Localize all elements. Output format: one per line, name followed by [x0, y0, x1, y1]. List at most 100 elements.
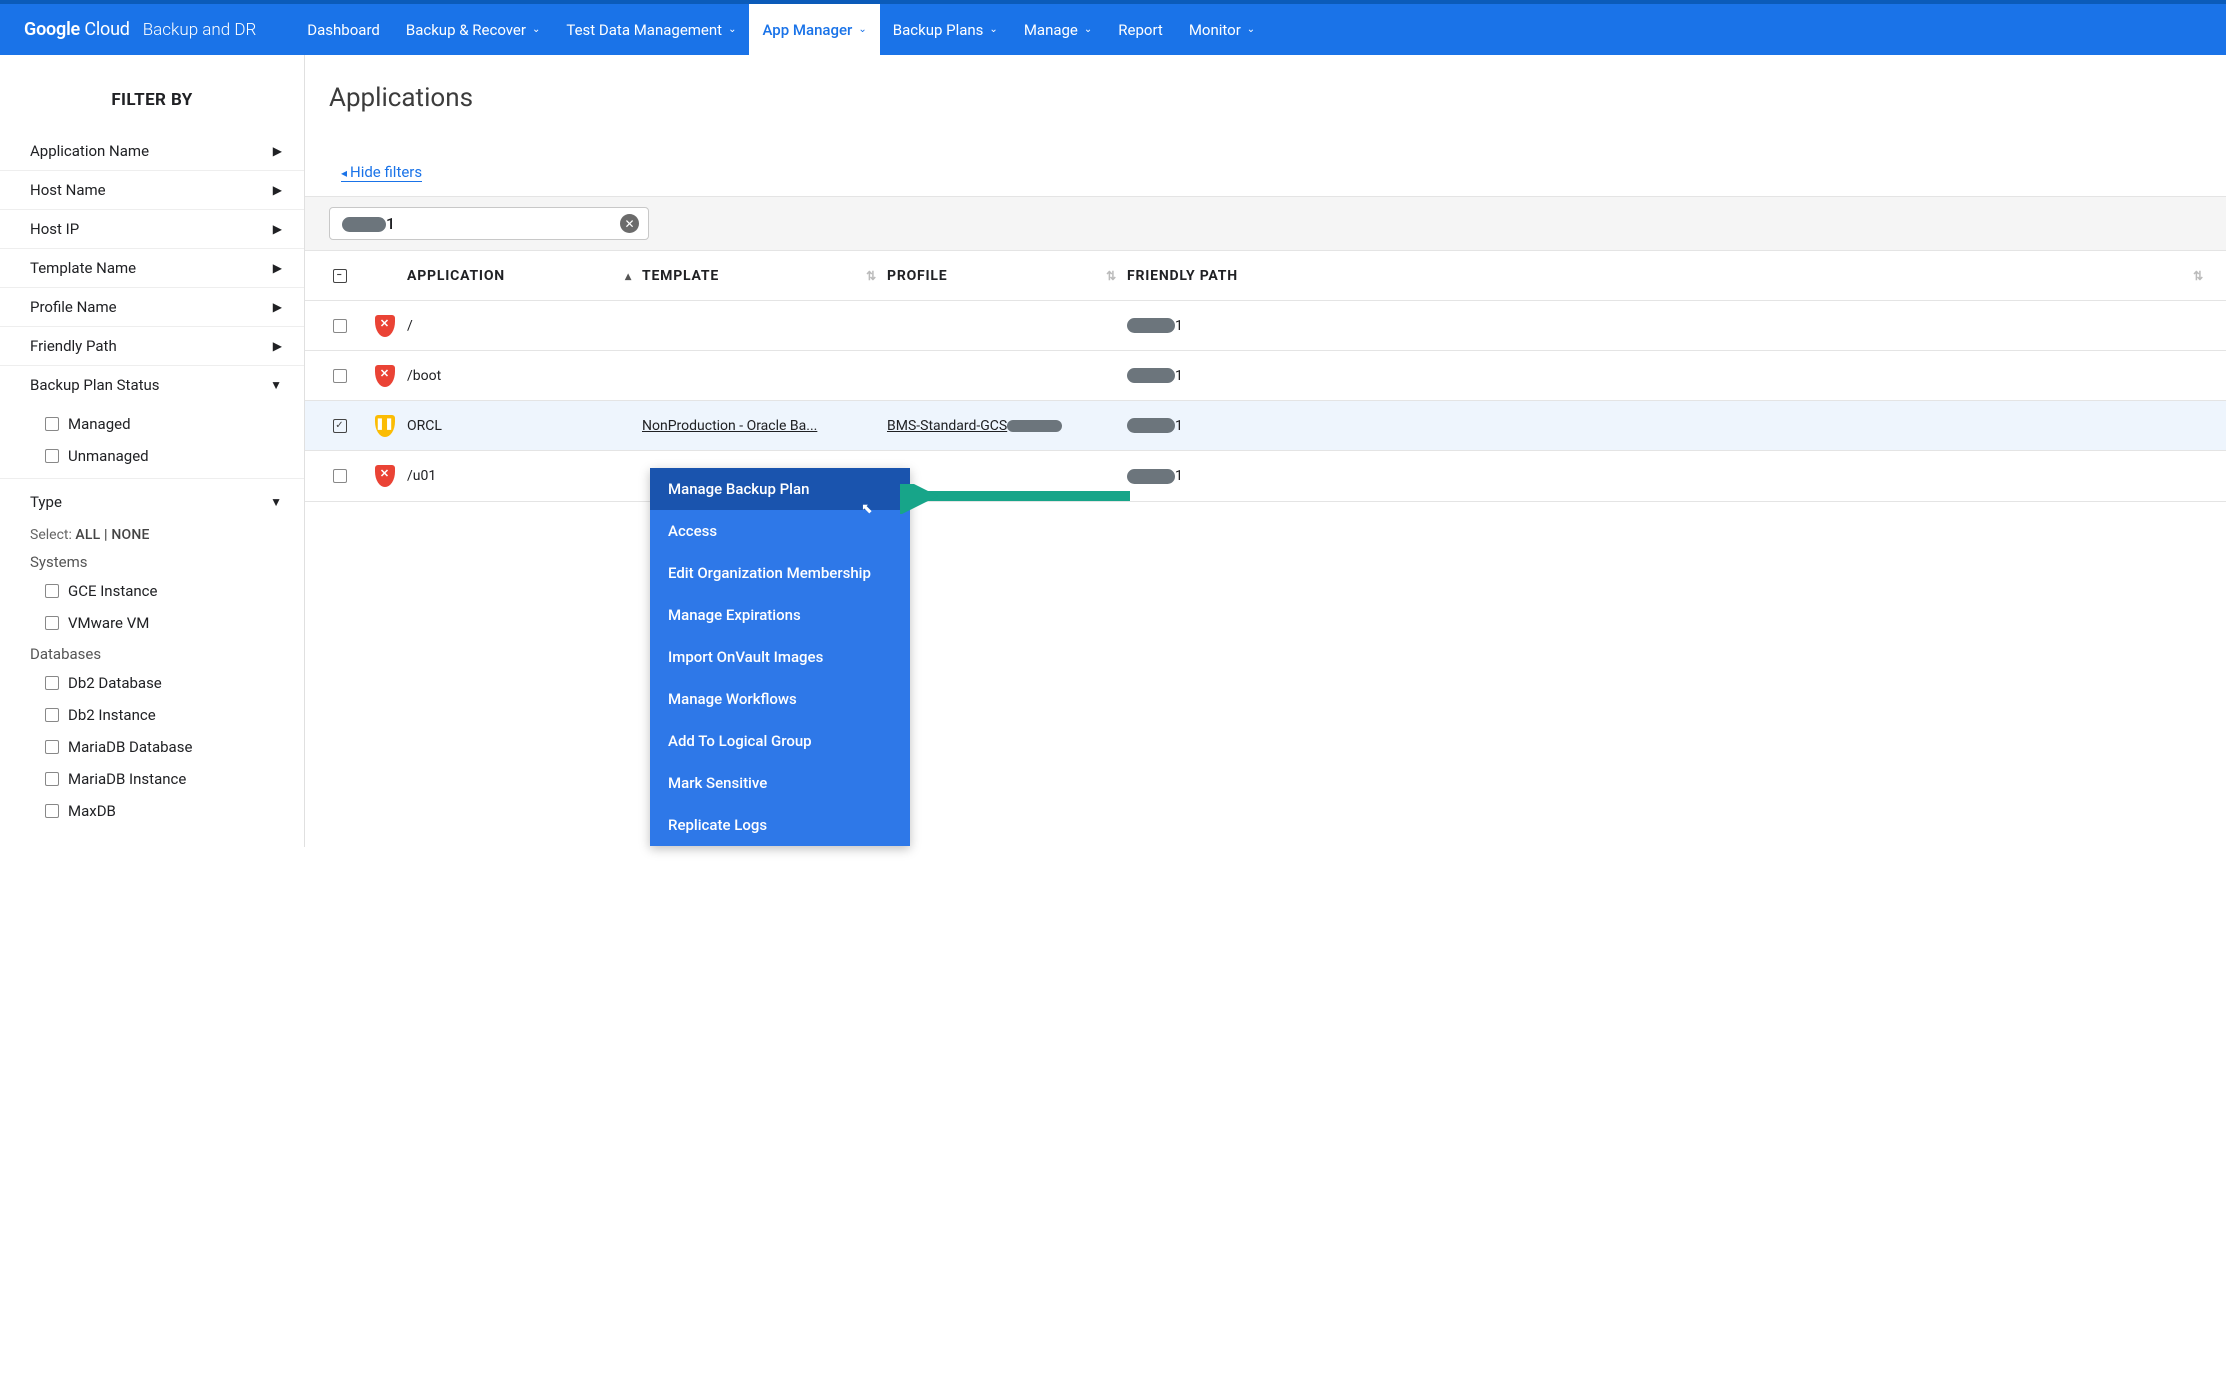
- top-nav: Google Cloud Backup and DR Dashboard Bac…: [0, 0, 2226, 55]
- cell-application: /boot: [407, 368, 642, 384]
- select-all-link[interactable]: ALL: [75, 527, 100, 543]
- filter-opt-unmanaged[interactable]: Unmanaged: [0, 440, 304, 472]
- caret-right-icon: ▶: [273, 339, 282, 353]
- ctx-edit-org-membership[interactable]: Edit Organization Membership: [650, 552, 910, 594]
- nav-backup-recover[interactable]: Backup & Recover⌄: [393, 4, 554, 55]
- chevron-down-icon: ⌄: [858, 24, 866, 35]
- filter-chip: 1 ✕: [329, 207, 649, 240]
- col-profile[interactable]: PROFILE⇅: [887, 268, 1127, 284]
- table-row[interactable]: ✕ / 1: [305, 301, 2226, 351]
- filter-opt-db2-db[interactable]: Db2 Database: [0, 667, 304, 699]
- row-checkbox[interactable]: ✓: [333, 419, 347, 433]
- chevron-down-icon: ⌄: [532, 24, 540, 35]
- filter-title: FILTER BY: [0, 90, 304, 110]
- table-row[interactable]: ✕ /boot 1: [305, 351, 2226, 401]
- sort-icon: ⇅: [1106, 269, 1117, 283]
- sort-icon: ⇅: [866, 269, 877, 283]
- nav-app-manager[interactable]: App Manager⌄: [749, 4, 879, 55]
- active-filter-bar: 1 ✕: [305, 196, 2226, 251]
- ctx-import-onvault[interactable]: Import OnVault Images: [650, 636, 910, 678]
- redacted-text: [342, 217, 386, 232]
- nav-report[interactable]: Report: [1105, 4, 1176, 55]
- shield-error-icon: ✕: [375, 465, 395, 487]
- content-area: Applications Hide filters 1 ✕ − APPLICAT…: [305, 55, 2226, 847]
- cell-profile[interactable]: BMS-Standard-GCS: [887, 418, 1127, 434]
- filter-opt-vmware[interactable]: VMware VM: [0, 607, 304, 639]
- shield-error-icon: ✕: [375, 315, 395, 337]
- filter-type[interactable]: Type▼: [0, 479, 304, 521]
- nav-test-data[interactable]: Test Data Management⌄: [553, 4, 749, 55]
- filter-template-name[interactable]: Template Name▶: [0, 249, 304, 288]
- ctx-manage-expirations[interactable]: Manage Expirations: [650, 594, 910, 636]
- type-systems-label: Systems: [0, 547, 304, 575]
- table-row[interactable]: ✕ /u01 1: [305, 451, 2226, 501]
- filter-opt-mariadb-inst[interactable]: MariaDB Instance: [0, 763, 304, 795]
- cell-friendly: 1: [1127, 368, 2214, 384]
- product-name: Backup and DR: [143, 20, 257, 40]
- checkbox-icon[interactable]: [45, 417, 59, 431]
- row-checkbox[interactable]: [333, 469, 347, 483]
- cell-friendly: 1: [1127, 318, 2214, 334]
- caret-right-icon: ▶: [273, 300, 282, 314]
- row-checkbox[interactable]: [333, 319, 347, 333]
- checkbox-icon[interactable]: [45, 740, 59, 754]
- select-all-checkbox[interactable]: −: [333, 269, 347, 283]
- chevron-down-icon: ⌄: [1247, 24, 1255, 35]
- applications-table: − APPLICATION▴ TEMPLATE⇅ PROFILE⇅ FRIEND…: [305, 251, 2226, 502]
- filter-application-name[interactable]: Application Name▶: [0, 132, 304, 171]
- chevron-down-icon: ⌄: [989, 24, 997, 35]
- sort-asc-icon: ▴: [625, 269, 632, 283]
- checkbox-icon[interactable]: [45, 449, 59, 463]
- caret-right-icon: ▶: [273, 144, 282, 158]
- filter-opt-gce[interactable]: GCE Instance: [0, 575, 304, 607]
- checkbox-icon[interactable]: [45, 584, 59, 598]
- clear-chip-icon[interactable]: ✕: [620, 214, 639, 233]
- nav-monitor[interactable]: Monitor⌄: [1176, 4, 1268, 55]
- redacted-text: [1127, 469, 1175, 484]
- filter-backup-plan-status[interactable]: Backup Plan Status▼: [0, 366, 304, 404]
- ctx-manage-workflows[interactable]: Manage Workflows: [650, 678, 910, 720]
- redacted-text: [1127, 418, 1175, 433]
- filter-opt-mariadb-db[interactable]: MariaDB Database: [0, 731, 304, 763]
- caret-right-icon: ▶: [273, 183, 282, 197]
- ctx-add-to-logical-group[interactable]: Add To Logical Group: [650, 720, 910, 762]
- checkbox-icon[interactable]: [45, 708, 59, 722]
- row-checkbox[interactable]: [333, 369, 347, 383]
- col-template[interactable]: TEMPLATE⇅: [642, 268, 887, 284]
- checkbox-icon[interactable]: [45, 804, 59, 818]
- nav-manage[interactable]: Manage⌄: [1011, 4, 1105, 55]
- ctx-replicate-logs[interactable]: Replicate Logs: [650, 804, 910, 846]
- filter-host-ip[interactable]: Host IP▶: [0, 210, 304, 249]
- col-friendly-path[interactable]: FRIENDLY PATH⇅: [1127, 268, 2214, 284]
- table-header: − APPLICATION▴ TEMPLATE⇅ PROFILE⇅ FRIEND…: [305, 251, 2226, 301]
- table-row[interactable]: ✓ ❚❚ ORCL NonProduction - Oracle Ba... B…: [305, 401, 2226, 451]
- filter-opt-db2-inst[interactable]: Db2 Instance: [0, 699, 304, 731]
- chevron-down-icon: ⌄: [1084, 24, 1092, 35]
- checkbox-icon[interactable]: [45, 616, 59, 630]
- col-application[interactable]: APPLICATION▴: [407, 268, 642, 284]
- main-nav: Dashboard Backup & Recover⌄ Test Data Ma…: [294, 4, 1268, 55]
- redacted-text: [1127, 318, 1175, 333]
- nav-backup-plans[interactable]: Backup Plans⌄: [880, 4, 1011, 55]
- caret-right-icon: ▶: [273, 261, 282, 275]
- page-title: Applications: [329, 83, 2226, 113]
- brand-block: Google Cloud Backup and DR: [24, 19, 256, 40]
- ctx-mark-sensitive[interactable]: Mark Sensitive: [650, 762, 910, 804]
- type-databases-label: Databases: [0, 639, 304, 667]
- cell-application: /: [407, 318, 642, 334]
- nav-dashboard[interactable]: Dashboard: [294, 4, 393, 55]
- brand-logo: Google Cloud: [24, 19, 130, 40]
- cell-friendly: 1: [1127, 418, 2214, 434]
- redacted-text: [1127, 368, 1175, 383]
- hide-filters-link[interactable]: Hide filters: [341, 163, 422, 182]
- checkbox-icon[interactable]: [45, 772, 59, 786]
- filter-host-name[interactable]: Host Name▶: [0, 171, 304, 210]
- select-none-link[interactable]: NONE: [111, 527, 149, 543]
- filter-opt-maxdb[interactable]: MaxDB: [0, 795, 304, 827]
- cell-template[interactable]: NonProduction - Oracle Ba...: [642, 418, 887, 434]
- checkbox-icon[interactable]: [45, 676, 59, 690]
- chevron-down-icon: ⌄: [728, 24, 736, 35]
- filter-friendly-path[interactable]: Friendly Path▶: [0, 327, 304, 366]
- filter-opt-managed[interactable]: Managed: [0, 408, 304, 440]
- filter-profile-name[interactable]: Profile Name▶: [0, 288, 304, 327]
